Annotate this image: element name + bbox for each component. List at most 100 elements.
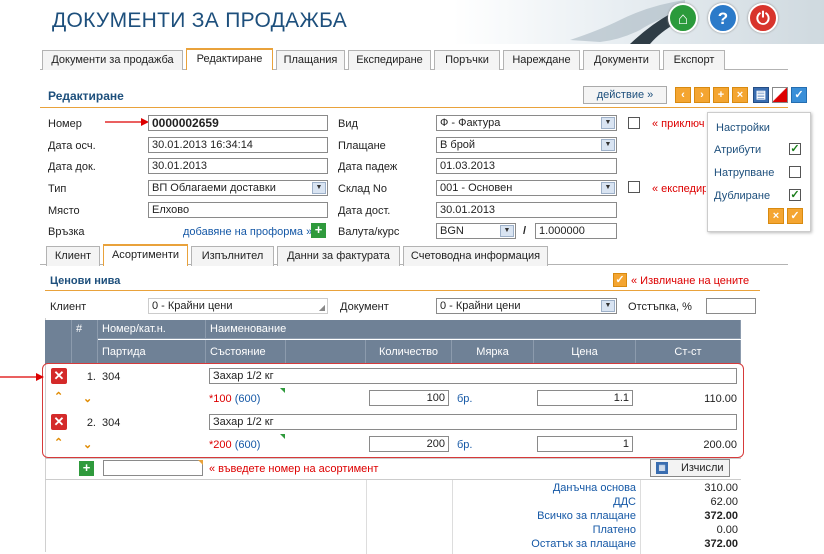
save-icon[interactable]: ✓ [791,87,807,103]
subtab-accounting[interactable]: Счетоводна информация [403,246,548,266]
prev-icon[interactable]: ‹ [675,87,691,103]
print-icon[interactable]: ▤ [753,87,769,103]
accumulation-checkbox[interactable] [789,166,801,178]
tab-export[interactable]: Експорт [663,50,725,70]
extract-icon[interactable]: ✓ [613,273,627,287]
tab-documents[interactable]: Документи [583,50,660,70]
add-proforma-link[interactable]: добавяне на проформа » [183,226,312,238]
type-select[interactable]: ВП Облагаеми доставки ▼ [148,180,328,196]
help-icon[interactable]: ? [708,3,738,33]
currency-select[interactable]: BGN ▼ [436,223,516,239]
cancel-icon[interactable]: × [732,87,748,103]
row-state: *200 (600) [209,439,260,451]
th-quantity: Количество [366,340,452,364]
accumulation-label: Натрупване [714,167,775,179]
delivery-date-field[interactable]: 30.01.2013 [436,202,617,218]
move-down-icon[interactable]: ⌄ [83,392,92,405]
subtab-invoice-data[interactable]: Данни за фактурата [277,246,400,266]
tab-payments[interactable]: Плащания [276,50,345,70]
add-row-icon[interactable]: + [79,461,94,476]
action-button[interactable]: действие » [583,86,667,104]
tab-arrangement[interactable]: Нареждане [503,50,580,70]
expedite-checkbox[interactable] [628,181,640,193]
tax-base-value: 310.00 [704,482,738,494]
move-down-icon[interactable]: ⌄ [83,438,92,451]
new-item-field[interactable] [103,460,203,476]
row-index: 1. [86,371,96,383]
settings-cancel-icon[interactable]: × [768,208,784,224]
client-price-select[interactable]: 0 - Крайни цени ◢ [148,298,328,314]
doc-date-field[interactable]: 30.01.2013 [148,158,328,174]
power-icon[interactable]: ⏻ [748,3,778,33]
client-price-value: 0 - Крайни цени [152,300,233,312]
remaining-value: 372.00 [704,538,738,550]
th-code: Номер/кат.н. [98,320,206,338]
calculate-button[interactable]: ▦ Изчисли [650,459,730,477]
delete-row-icon[interactable]: ✕ [51,368,67,384]
vat-label: ДДС [613,496,636,508]
kind-select[interactable]: Ф - Фактура ▼ [436,115,617,131]
calculator-icon: ▦ [656,462,668,474]
delete-icon[interactable] [772,87,788,103]
discount-field[interactable] [706,298,756,314]
arrow-pointer-icon [0,373,44,381]
section-title: Редактиране [48,89,124,103]
place-field[interactable]: Елхово [148,202,328,218]
doc-price-select[interactable]: 0 - Крайни цени ▼ [436,298,617,314]
row-price-field[interactable]: 1.1 [537,390,633,406]
row-value: 110.00 [704,393,737,405]
number-label: Номер [48,118,82,130]
date-created-field[interactable]: 30.01.2013 16:34:14 [148,137,328,153]
settings-ok-icon[interactable]: ✓ [787,208,803,224]
doc-price-label: Документ [340,301,389,313]
close-label: « приключ [652,118,705,130]
tab-sales-docs[interactable]: Документи за продажба [42,50,183,70]
next-icon[interactable]: › [694,87,710,103]
warehouse-select[interactable]: 001 - Основен ▼ [436,180,617,196]
subtab-client[interactable]: Клиент [46,246,100,266]
duplication-checkbox[interactable]: ✓ [789,189,801,201]
row-qty-field[interactable]: 100 [369,390,449,406]
settings-panel: Настройки Атрибути ✓ Натрупване Дублиран… [707,112,811,232]
row-state: *100 (600) [209,393,260,405]
th-blank [45,320,72,364]
add-icon[interactable]: + [713,87,729,103]
row-name-field[interactable]: Захар 1/2 кг [209,368,737,384]
row-code: 304 [102,417,121,429]
row-name-field[interactable]: Захар 1/2 кг [209,414,737,430]
close-checkbox[interactable] [628,117,640,129]
home-icon[interactable]: ⌂ [668,3,698,33]
totals-col-divider [366,480,367,554]
row-qty-field[interactable]: 200 [369,436,449,452]
due-date-field[interactable]: 01.03.2013 [436,158,617,174]
doc-price-value: 0 - Крайни цени [440,300,521,312]
move-up-icon[interactable]: ⌃ [54,390,63,403]
delete-row-icon[interactable]: ✕ [51,414,67,430]
subtab-assortments[interactable]: Асортименти [103,244,188,266]
payment-select[interactable]: В брой ▼ [436,137,617,153]
tab-edit[interactable]: Редактиране [186,48,273,70]
corner-marker [280,434,285,439]
extract-prices-link[interactable]: « Извличане на цените [631,275,749,287]
move-up-icon[interactable]: ⌃ [54,436,63,449]
subtab-executor[interactable]: Изпълнител [191,246,274,266]
add-proforma-icon[interactable]: + [311,223,326,238]
totals-col-divider [640,480,641,554]
th-price: Цена [534,340,636,364]
currency-label: Валута/курс [338,226,400,238]
currency-value: BGN [440,225,464,237]
kind-label: Вид [338,118,358,130]
total-value: 372.00 [704,510,738,522]
rate-field[interactable]: 1.000000 [535,223,617,239]
number-field[interactable]: 0000002659 [148,115,328,131]
corner-marker [198,460,203,465]
row-price-field[interactable]: 1 [537,436,633,452]
attributes-checkbox[interactable]: ✓ [789,143,801,155]
chevron-down-icon: ▼ [601,139,615,151]
price-levels-title: Ценови нива [50,275,121,287]
tab-orders[interactable]: Поръчки [434,50,500,70]
tab-shipping[interactable]: Експедиране [348,50,431,70]
warehouse-value: 001 - Основен [440,182,513,194]
totals-divider [45,479,741,480]
row-unit: бр. [457,393,473,405]
